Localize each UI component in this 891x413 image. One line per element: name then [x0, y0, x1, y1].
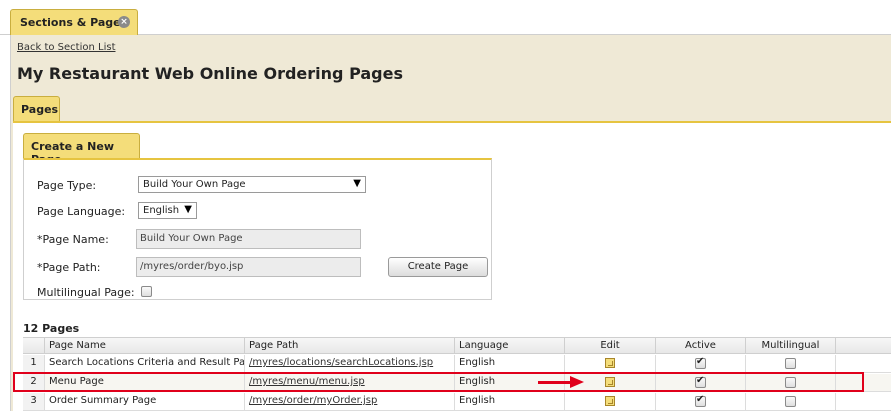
multilingual-page-label: Multilingual Page:: [37, 286, 135, 299]
header-spacer: [836, 338, 891, 353]
pages-table: Page Name Page Path Language Edit Active…: [23, 337, 891, 413]
tab-sections-pages-label: Sections & Pages: [20, 16, 128, 29]
page-path-field[interactable]: /myres/order/byo.jsp: [136, 257, 361, 277]
header-page-name[interactable]: Page Name: [45, 338, 245, 353]
page-type-select[interactable]: Build Your Own Page ▼: [138, 176, 366, 193]
row-active-cell: [656, 393, 746, 410]
header-language[interactable]: Language: [455, 338, 565, 353]
page-type-label: Page Type:: [37, 179, 97, 192]
table-row: 3 Order Summary Page /myres/order/myOrde…: [23, 393, 891, 411]
row-language: English: [455, 355, 565, 372]
tab-pages[interactable]: Pages: [13, 96, 60, 121]
top-tab-strip: Sections & Pages ×: [0, 0, 891, 35]
page-name-field[interactable]: Build Your Own Page: [136, 229, 361, 249]
row-multilingual-cell: [746, 393, 836, 410]
page-language-value: English: [143, 205, 180, 216]
active-checkbox[interactable]: [695, 394, 706, 407]
row-page-name: Search Locations Criteria and Result Pag…: [45, 355, 245, 372]
row-page-name: Menu Page: [45, 374, 245, 391]
tab-create-new-page[interactable]: Create a New Page: [23, 133, 140, 166]
row-number: 1: [23, 355, 45, 372]
page-path-value: /myres/order/byo.jsp: [140, 261, 244, 272]
edit-icon[interactable]: [605, 377, 615, 387]
tab-sections-pages[interactable]: Sections & Pages ×: [10, 9, 138, 35]
pages-count: 12 Pages: [23, 322, 80, 335]
page-path-label: *Page Path:: [37, 261, 101, 274]
row-language: English: [455, 393, 565, 410]
edit-icon[interactable]: [605, 396, 615, 406]
row-active-cell: [656, 355, 746, 372]
row-page-path-link[interactable]: /myres/locations/searchLocations.jsp: [245, 355, 455, 372]
create-page-form: Page Type: Build Your Own Page ▼ Page La…: [23, 158, 492, 300]
sections-pages-panel: Back to Section List My Restaurant Web O…: [10, 35, 891, 413]
header-multilingual[interactable]: Multilingual: [746, 338, 836, 353]
page-type-value: Build Your Own Page: [143, 179, 246, 190]
page-name-label: *Page Name:: [37, 233, 109, 246]
chevron-down-icon: ▼: [184, 204, 192, 215]
multilingual-checkbox[interactable]: [785, 377, 796, 388]
header-active[interactable]: Active: [656, 338, 746, 353]
close-icon[interactable]: ×: [118, 16, 130, 28]
row-page-name: Order Summary Page: [45, 393, 245, 410]
page-title: My Restaurant Web Online Ordering Pages: [17, 64, 403, 83]
row-active-cell: [656, 374, 746, 391]
table-row: 2 Menu Page /myres/menu/menu.jsp English: [23, 374, 891, 392]
pages-body: Create a New Page Page Type: Build Your …: [13, 121, 891, 413]
row-multilingual-cell: [746, 355, 836, 372]
page-name-value: Build Your Own Page: [140, 233, 243, 244]
arrow-head-icon: [570, 376, 584, 388]
table-row: 1 Search Locations Criteria and Result P…: [23, 355, 891, 373]
multilingual-checkbox[interactable]: [785, 358, 796, 369]
active-checkbox[interactable]: [695, 375, 706, 388]
header-num: [23, 338, 45, 353]
page-language-label: Page Language:: [37, 205, 126, 218]
back-to-section-list-link[interactable]: Back to Section List: [17, 42, 116, 53]
row-multilingual-cell: [746, 374, 836, 391]
active-checkbox[interactable]: [695, 356, 706, 369]
row-number: 2: [23, 374, 45, 391]
row-edit-cell: [565, 393, 656, 410]
row-number: 3: [23, 393, 45, 410]
header-edit: Edit: [565, 338, 656, 353]
page-language-select[interactable]: English ▼: [138, 202, 197, 219]
multilingual-page-checkbox[interactable]: [141, 286, 152, 297]
chevron-down-icon: ▼: [353, 178, 361, 189]
multilingual-checkbox[interactable]: [785, 396, 796, 407]
arrow-icon: [538, 381, 574, 384]
row-page-path-link[interactable]: /myres/menu/menu.jsp: [245, 374, 455, 391]
create-page-button[interactable]: Create Page: [388, 257, 488, 277]
table-header-row: Page Name Page Path Language Edit Active…: [23, 337, 891, 354]
header-page-path[interactable]: Page Path: [245, 338, 455, 353]
row-edit-cell: [565, 355, 656, 372]
row-page-path-link[interactable]: /myres/order/myOrder.jsp: [245, 393, 455, 410]
edit-icon[interactable]: [605, 358, 615, 368]
